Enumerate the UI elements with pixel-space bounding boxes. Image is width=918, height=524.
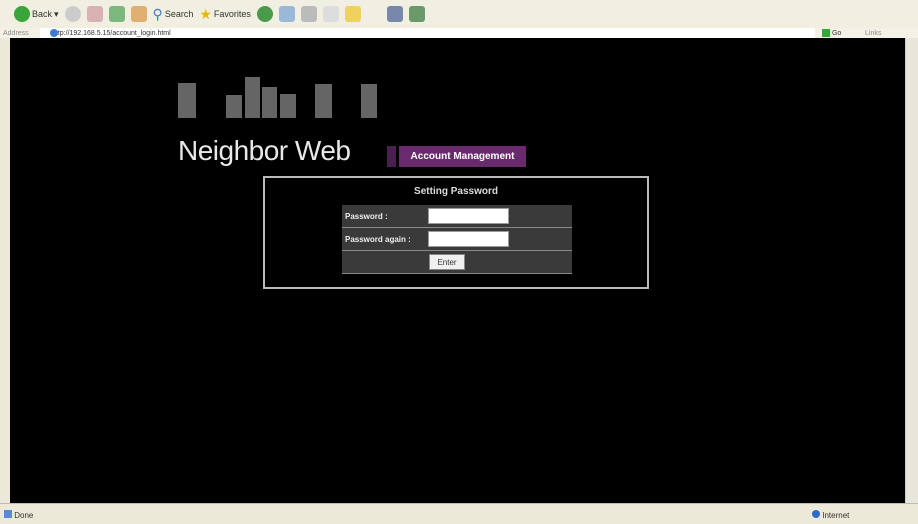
go-button[interactable]: Go	[822, 29, 841, 37]
forward-button[interactable]	[64, 6, 81, 22]
home-icon[interactable]	[130, 6, 147, 22]
notes-icon[interactable]	[344, 6, 361, 22]
browser-toolbar: Back ▾ ⚲ Search ★ Favorites	[0, 0, 918, 28]
button-row: Enter	[342, 251, 572, 274]
page-icon	[4, 510, 12, 518]
messenger-icon[interactable]	[386, 6, 403, 22]
globe-icon	[812, 510, 820, 518]
form-table: Password : Password again : Enter	[342, 205, 572, 274]
favorites-button[interactable]: ★ Favorites	[199, 6, 251, 23]
page-icon	[50, 29, 58, 37]
vertical-scrollbar[interactable]	[905, 38, 918, 503]
password-label: Password :	[345, 211, 388, 221]
tab-marker	[387, 146, 396, 167]
mail-icon[interactable]	[278, 6, 295, 22]
edit-icon[interactable]	[322, 6, 339, 22]
search-icon: ⚲	[152, 5, 163, 22]
password-row: Password :	[342, 205, 572, 228]
back-arrow-icon	[14, 6, 30, 22]
form-title: Setting Password	[414, 186, 498, 197]
refresh-icon[interactable]	[108, 6, 125, 22]
search-button[interactable]: ⚲ Search	[153, 6, 194, 23]
tab-account-management[interactable]: Account Management	[399, 146, 526, 167]
star-icon: ★	[199, 5, 212, 22]
history-icon[interactable]	[256, 6, 273, 22]
address-bar: Address http://192.168.5.15/account_logi…	[0, 28, 918, 38]
password-again-input[interactable]	[428, 231, 509, 247]
status-bar: Done Internet	[0, 503, 918, 524]
setting-password-form: Setting Password Password : Password aga…	[263, 176, 649, 289]
status-text: Done	[4, 510, 33, 520]
url-input[interactable]: http://192.168.5.15/account_login.html	[40, 28, 815, 38]
print-icon[interactable]	[300, 6, 317, 22]
password-again-label: Password again :	[345, 234, 411, 244]
password-again-row: Password again :	[342, 228, 572, 251]
zone-indicator: Internet	[812, 510, 849, 520]
back-button[interactable]: Back ▾	[14, 6, 59, 22]
enter-button[interactable]: Enter	[429, 254, 465, 270]
address-label: Address	[3, 29, 29, 37]
stop-icon[interactable]	[86, 6, 103, 22]
neighbor-web-logo: Neighbor Web	[178, 76, 388, 166]
tool-icon[interactable]	[408, 6, 425, 22]
links-button[interactable]: Links	[865, 30, 881, 37]
page-content: Neighbor Web Account Management Setting …	[10, 38, 905, 503]
password-input[interactable]	[428, 208, 509, 224]
go-arrow-icon	[822, 29, 830, 37]
